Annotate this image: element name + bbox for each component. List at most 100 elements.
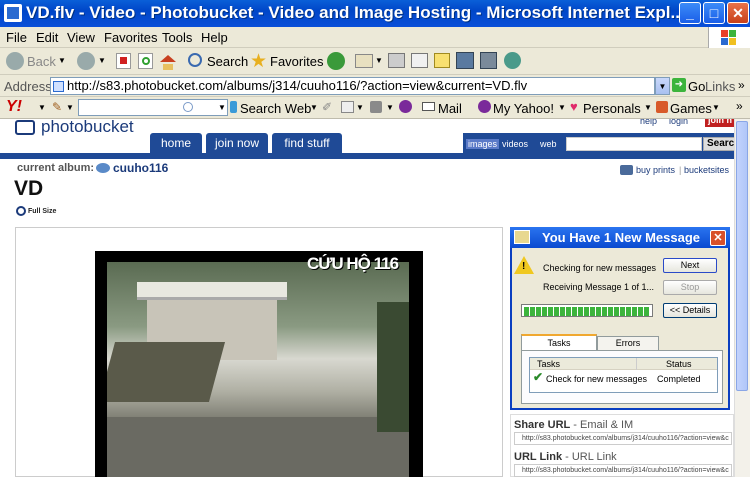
search-web-button[interactable]: Search Web xyxy=(240,101,311,116)
home-icon[interactable] xyxy=(160,53,176,70)
mail-icon[interactable] xyxy=(355,54,373,68)
toolbar-page-icon[interactable] xyxy=(341,101,354,113)
go-button[interactable]: Go xyxy=(688,79,705,94)
yahoo-chevron-icon[interactable]: » xyxy=(736,99,743,113)
pencil-icon[interactable]: ✎ xyxy=(52,100,62,114)
yahoo-search-dropdown-icon[interactable]: ▼ xyxy=(218,103,226,112)
address-label: Address xyxy=(4,79,52,94)
help-link[interactable]: help xyxy=(640,119,657,126)
windows-logo-icon xyxy=(708,27,750,48)
next-button[interactable]: Next xyxy=(663,258,717,273)
antispy-dropdown-icon[interactable]: ▼ xyxy=(386,103,394,112)
yahoo-mail-icon[interactable] xyxy=(422,102,435,111)
tab-join-now[interactable]: join now xyxy=(206,133,268,153)
personals-button[interactable]: Personals xyxy=(583,101,641,116)
pencil-dropdown-icon[interactable]: ▼ xyxy=(66,103,74,112)
forward-dropdown-icon[interactable]: ▼ xyxy=(98,56,106,65)
msn-icon[interactable] xyxy=(504,52,521,69)
my-yahoo-dropdown-icon[interactable]: ▼ xyxy=(558,103,566,112)
my-yahoo-icon[interactable] xyxy=(478,100,491,113)
favorites-button[interactable]: Favorites xyxy=(270,54,323,69)
links-button[interactable]: Links xyxy=(705,79,735,94)
menu-favorites[interactable]: Favorites xyxy=(104,30,157,45)
login-link[interactable]: login xyxy=(669,119,688,126)
yahoo-logo-icon[interactable]: Y! xyxy=(6,98,22,116)
edit-icon[interactable] xyxy=(411,53,428,68)
go-arrow-icon[interactable]: ➜ xyxy=(672,78,686,92)
messenger-icon[interactable] xyxy=(456,52,474,69)
close-window-button[interactable]: ✕ xyxy=(727,2,749,24)
join-now-button[interactable]: join n xyxy=(705,119,734,127)
back-button[interactable]: Back xyxy=(27,54,56,69)
tab-errors[interactable]: Errors xyxy=(597,336,659,350)
discuss-icon[interactable] xyxy=(434,53,450,68)
back-dropdown-icon[interactable]: ▼ xyxy=(58,56,66,65)
tab-tasks[interactable]: Tasks xyxy=(521,334,597,350)
search-button[interactable]: Search xyxy=(207,54,248,69)
search-tab-web[interactable]: web xyxy=(540,139,557,149)
highlight-icon[interactable]: ✐ xyxy=(322,100,332,114)
search-icon[interactable] xyxy=(188,53,202,67)
tab-home[interactable]: home xyxy=(150,133,202,153)
url-link-input[interactable]: http://s83.photobucket.com/albums/j314/c… xyxy=(514,464,732,477)
menu-view[interactable]: View xyxy=(67,30,95,45)
print-icon[interactable] xyxy=(388,53,405,68)
yahoo-search-input[interactable] xyxy=(78,99,228,116)
task-status: Completed xyxy=(657,374,701,384)
road xyxy=(107,417,409,477)
search-web-dropdown-icon[interactable]: ▼ xyxy=(310,103,318,112)
zoom-icon[interactable] xyxy=(16,206,26,216)
yahoo-360-icon[interactable] xyxy=(399,100,412,113)
games-button[interactable]: Games xyxy=(670,101,712,116)
warning-mark: ! xyxy=(522,261,526,272)
address-dropdown-icon[interactable]: ▼ xyxy=(655,77,670,95)
video-frame[interactable] xyxy=(107,262,409,477)
progress-segment xyxy=(620,307,625,316)
album-eye-icon xyxy=(96,163,110,173)
maximize-button[interactable]: □ xyxy=(703,2,725,24)
links-chevron-icon[interactable]: » xyxy=(738,78,745,92)
pb-search-input[interactable] xyxy=(566,137,702,151)
full-size-link[interactable]: Full Size xyxy=(28,208,56,215)
personals-dropdown-icon[interactable]: ▼ xyxy=(644,103,652,112)
minimize-button[interactable]: _ xyxy=(679,2,701,24)
back-arrow-icon[interactable] xyxy=(6,52,24,70)
favorites-star-icon[interactable]: ★ xyxy=(250,50,267,73)
my-yahoo-button[interactable]: My Yahoo! xyxy=(493,101,554,116)
games-icon[interactable] xyxy=(656,101,668,113)
bucketsites-link[interactable]: bucketsites xyxy=(684,165,729,175)
yahoo-mail-button[interactable]: Mail xyxy=(438,101,462,116)
address-input[interactable]: http://s83.photobucket.com/albums/j314/c… xyxy=(50,77,655,95)
menu-help[interactable]: Help xyxy=(201,30,228,45)
research-icon[interactable] xyxy=(480,52,497,69)
page-dropdown-icon[interactable]: ▼ xyxy=(356,103,364,112)
search-tab-images[interactable]: images xyxy=(466,139,500,149)
page-icon xyxy=(53,81,64,92)
history-icon[interactable] xyxy=(327,52,345,70)
details-button[interactable]: << Details xyxy=(663,303,717,318)
menu-edit[interactable]: Edit xyxy=(36,30,58,45)
search-tab-videos[interactable]: videos xyxy=(502,139,528,149)
window-title: VD.flv - Video - Photobucket - Video and… xyxy=(26,3,685,22)
progress-segment xyxy=(554,307,559,316)
menu-tools[interactable]: Tools xyxy=(162,30,192,45)
forward-arrow-icon[interactable] xyxy=(77,52,95,70)
menu-file[interactable]: File xyxy=(6,30,27,45)
album-name-link[interactable]: cuuho116 xyxy=(113,161,168,175)
scrollbar-thumb[interactable] xyxy=(736,121,748,391)
refresh-icon[interactable] xyxy=(138,53,153,69)
mail-dropdown-icon[interactable]: ▼ xyxy=(375,56,383,65)
menu-bar: File Edit View Favorites Tools Help xyxy=(0,27,750,48)
yahoo-dropdown-icon[interactable]: ▼ xyxy=(38,103,46,112)
col-tasks: Tasks xyxy=(537,359,561,369)
buy-prints-link[interactable]: buy prints xyxy=(636,165,675,175)
personals-heart-icon[interactable]: ♥ xyxy=(570,99,578,114)
pb-search-button[interactable]: Search xyxy=(703,137,734,151)
games-dropdown-icon[interactable]: ▼ xyxy=(712,103,720,112)
stop-icon[interactable] xyxy=(116,53,131,69)
stop-button[interactable]: Stop xyxy=(663,280,717,295)
share-url-input[interactable]: http://s83.photobucket.com/albums/j314/c… xyxy=(514,432,732,445)
popup-close-button[interactable]: ✕ xyxy=(710,230,726,246)
tab-find-stuff[interactable]: find stuff xyxy=(272,133,342,153)
antispy-icon[interactable] xyxy=(370,101,382,113)
